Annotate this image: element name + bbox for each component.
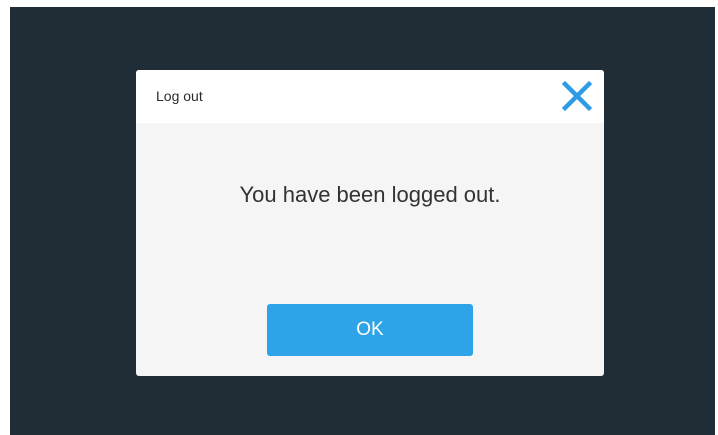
close-icon — [561, 80, 593, 112]
logout-dialog: Log out You have been logged out. OK — [136, 70, 604, 376]
app-screen: Log out You have been logged out. OK — [10, 7, 715, 435]
dialog-title: Log out — [156, 88, 203, 104]
close-button[interactable] — [560, 79, 594, 113]
dialog-header: Log out — [136, 70, 604, 123]
dialog-message: You have been logged out. — [239, 182, 501, 207]
ok-button[interactable]: OK — [267, 304, 473, 356]
